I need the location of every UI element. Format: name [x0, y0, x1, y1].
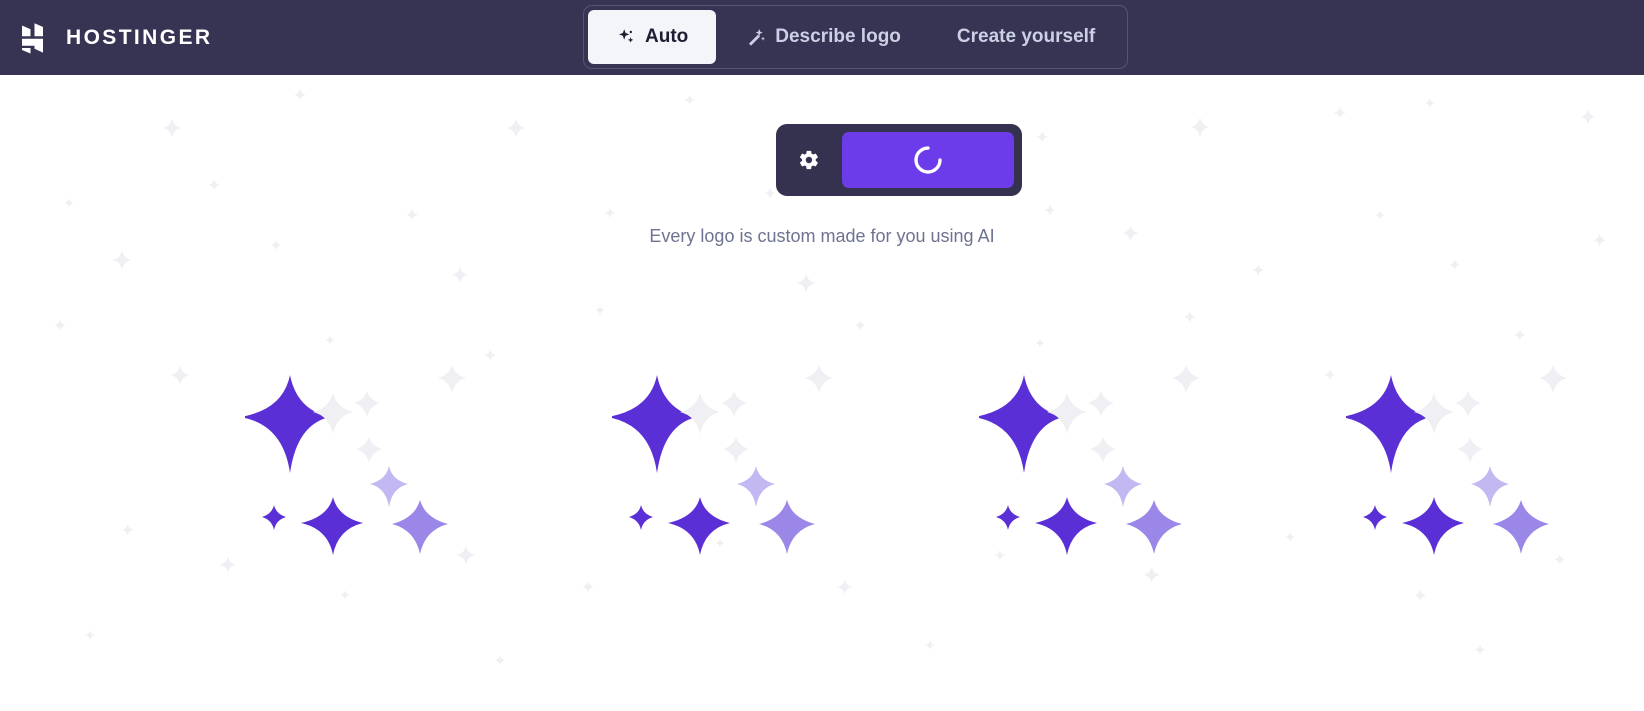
logo-placeholder-1[interactable] [245, 355, 475, 555]
settings-button[interactable] [784, 132, 834, 188]
gear-icon [799, 150, 818, 170]
tab-create-yourself[interactable]: Create yourself [929, 10, 1123, 64]
tab-auto-label: Auto [645, 26, 689, 47]
hostinger-h-mark-icon [22, 22, 43, 53]
top-header: HOSTINGER Auto Describe logo Create your… [0, 0, 1644, 75]
logo-placeholder-3[interactable] [979, 355, 1209, 555]
tab-auto[interactable]: Auto [588, 10, 717, 64]
magic-wand-icon [744, 26, 766, 48]
tab-describe-logo-label: Describe logo [775, 26, 901, 47]
loading-spinner-icon [914, 146, 942, 174]
generation-control-card [776, 124, 1022, 196]
sparkle-icon [616, 27, 636, 47]
logo-placeholder-2[interactable] [612, 355, 842, 555]
logo-maker-page: HOSTINGER Auto Describe logo Create your… [0, 0, 1644, 711]
tab-create-yourself-label: Create yourself [956, 26, 1096, 47]
caption-text: Every logo is custom made for you using … [649, 226, 995, 246]
brand[interactable]: HOSTINGER [22, 22, 212, 54]
logo-placeholder-4[interactable] [1346, 355, 1576, 555]
logo-placeholder-row [0, 355, 1644, 575]
mode-tab-group: Auto Describe logo Create yourself [583, 5, 1129, 69]
generate-logo-button[interactable] [842, 132, 1014, 188]
tab-describe-logo[interactable]: Describe logo [716, 10, 929, 64]
brand-name: HOSTINGER [66, 25, 213, 49]
